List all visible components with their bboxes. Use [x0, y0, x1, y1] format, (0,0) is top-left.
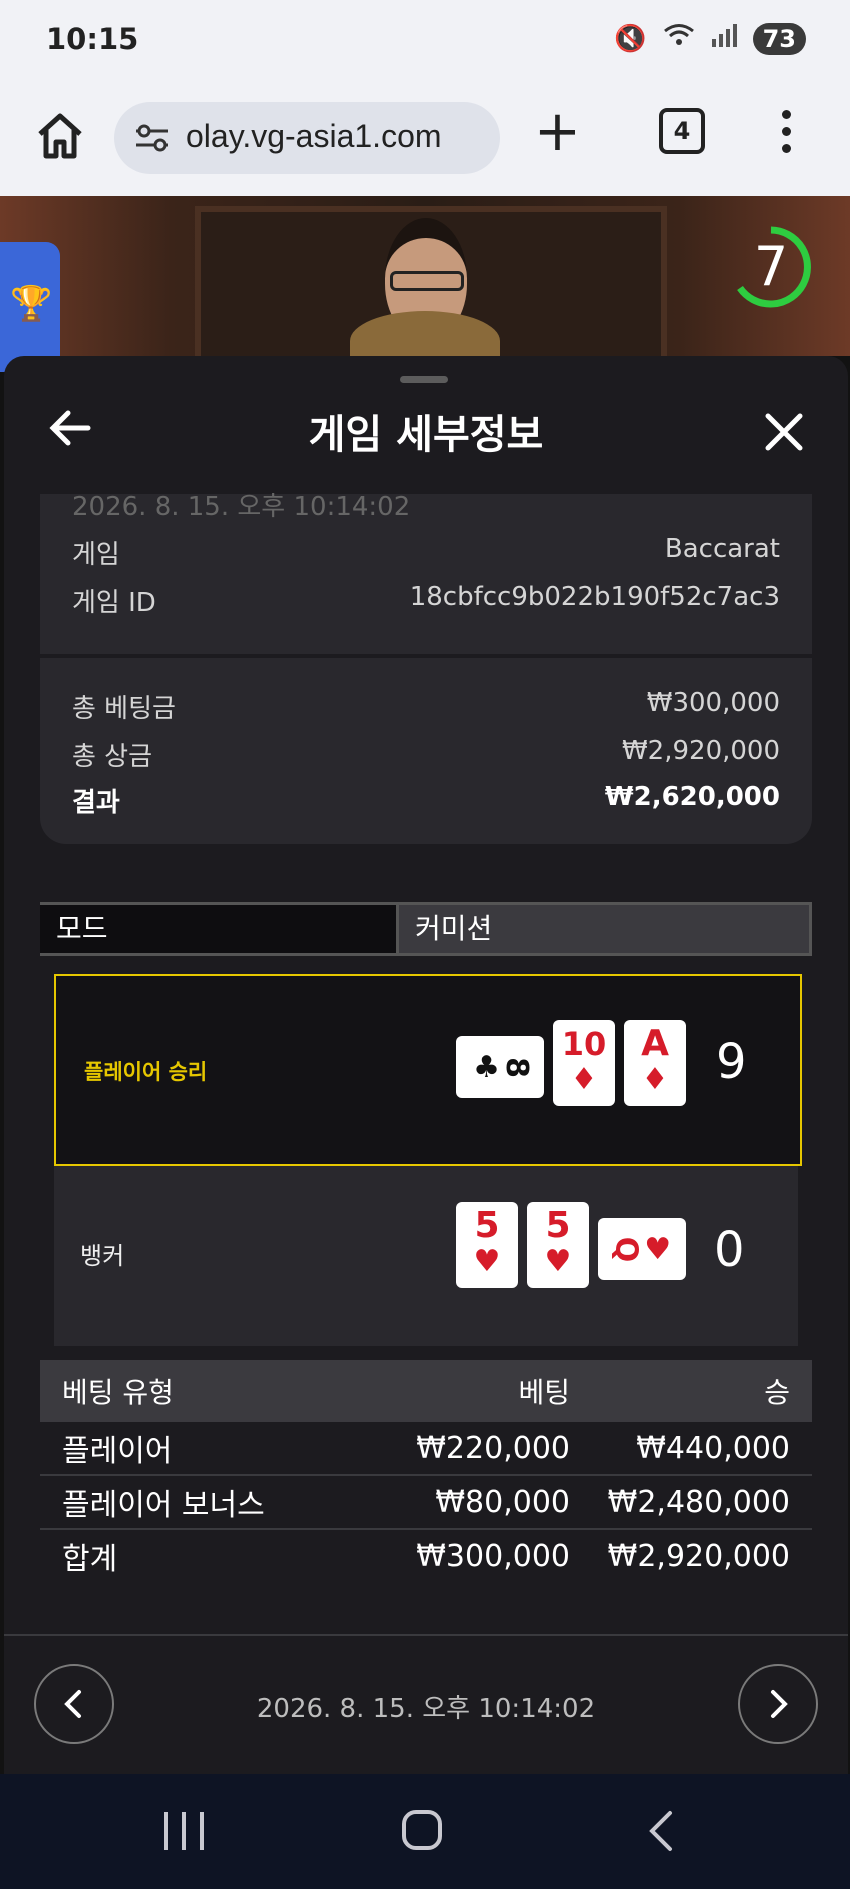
info-label: 게임 ID — [72, 588, 156, 618]
status-icons: 🔇 73 — [614, 22, 806, 55]
back-icon — [649, 1811, 672, 1851]
info-row-game: 게임 Baccarat — [72, 534, 780, 571]
cell-bet-type: 합계 — [62, 1542, 118, 1577]
col-win: 승 — [764, 1376, 790, 1409]
divider — [4, 1634, 848, 1636]
signal-icon — [711, 23, 737, 54]
clock: 10:15 — [46, 22, 139, 56]
total-bet-value: ₩300,000 — [646, 688, 780, 718]
total-prize-row: 총 상금 ₩2,920,000 — [72, 736, 780, 773]
playing-card: 5 ♥ — [456, 1202, 518, 1288]
cell-win: ₩440,000 — [636, 1430, 790, 1466]
info-label: 게임 — [72, 540, 120, 570]
banker-hand: 뱅커 5 ♥ 5 ♥ Q ♥ 0 — [54, 1166, 798, 1346]
card-suit: ♥ — [544, 1244, 572, 1279]
table-row-total: 합계 ₩300,000 ₩2,920,000 — [40, 1530, 812, 1582]
total-prize-value: ₩2,920,000 — [621, 736, 780, 766]
card-suit: ♣ — [473, 1049, 501, 1085]
game-details-sheet: 게임 세부정보 2026. 8. 15. 오후 10:14:02 게임 Bacc… — [4, 356, 848, 1774]
cell-win: ₩2,480,000 — [607, 1484, 790, 1520]
card-rank: 5 — [545, 1205, 571, 1246]
back-nav-button[interactable] — [648, 1810, 674, 1852]
mute-icon: 🔇 — [614, 23, 647, 54]
cell-bet: ₩220,000 — [416, 1430, 570, 1466]
home-nav-button[interactable] — [402, 1810, 442, 1850]
new-tab-button[interactable]: + — [534, 104, 581, 160]
bets-table: 베팅 유형 베팅 승 플레이어 ₩220,000 ₩440,000 플레이어 보… — [40, 1360, 812, 1582]
total-prize-label: 총 상금 — [72, 742, 153, 772]
mode-bar: 모드 커미션 — [40, 902, 812, 956]
page-title: 게임 세부정보 — [308, 412, 544, 458]
playing-card: Q ♥ — [598, 1218, 686, 1280]
menu-more-button[interactable] — [780, 110, 792, 158]
mode-label: 모드 — [40, 902, 396, 956]
playing-card: ♣ 8 — [456, 1036, 544, 1098]
close-button[interactable] — [764, 412, 804, 452]
battery-indicator: 73 — [752, 22, 806, 55]
card-rank: 8 — [498, 1056, 534, 1078]
info-value: 18cbfcc9b022b190f52c7ac3 — [409, 582, 780, 612]
card-rank: Q — [608, 1236, 644, 1262]
card-suit: ♥ — [644, 1231, 672, 1267]
col-bet-type: 베팅 유형 — [62, 1376, 174, 1409]
next-game-button[interactable] — [738, 1664, 818, 1744]
home-icon — [38, 113, 82, 159]
mode-value: 커미션 — [396, 902, 812, 956]
info-row-game-id: 게임 ID 18cbfcc9b022b190f52c7ac3 — [72, 582, 780, 619]
player-hand: 플레이어 승리 ♣ 8 10 ♦ A ♦ 9 — [54, 974, 802, 1166]
player-score: 9 — [716, 1034, 747, 1090]
card-rank: A — [641, 1023, 669, 1064]
result-row: 결과 ₩2,620,000 — [72, 782, 780, 819]
col-bet: 베팅 — [518, 1376, 570, 1409]
totals-card: 총 베팅금 ₩300,000 총 상금 ₩2,920,000 결과 ₩2,620… — [40, 658, 812, 844]
cell-bet-type: 플레이어 — [62, 1434, 173, 1469]
game-timestamp-bottom: 2026. 8. 15. 오후 10:14:02 — [256, 1694, 596, 1724]
table-row: 플레이어 보너스 ₩80,000 ₩2,480,000 — [40, 1476, 812, 1530]
tab-switcher-button[interactable]: 4 — [659, 108, 705, 154]
cell-bet: ₩300,000 — [416, 1538, 570, 1574]
address-bar[interactable]: olay.vg-asia1.com — [114, 102, 500, 174]
dealer-glasses — [390, 271, 464, 291]
banker-score: 0 — [714, 1222, 745, 1278]
drag-handle[interactable] — [400, 376, 448, 383]
total-bet-row: 총 베팅금 ₩300,000 — [72, 688, 780, 725]
game-timestamp: 2026. 8. 15. 오후 10:14:02 — [72, 492, 411, 522]
countdown-number: 7 — [753, 235, 789, 298]
chevron-right-icon — [771, 1690, 788, 1718]
card-suit: ♥ — [473, 1244, 501, 1279]
close-icon — [765, 413, 803, 451]
total-bet-label: 총 베팅금 — [72, 694, 176, 724]
card-rank: 5 — [474, 1205, 500, 1246]
playing-card: A ♦ — [624, 1020, 686, 1106]
url-text: olay.vg-asia1.com — [186, 118, 442, 154]
recents-button[interactable] — [164, 1812, 204, 1850]
card-suit: ♦ — [641, 1062, 669, 1097]
card-suit: ♦ — [570, 1062, 598, 1097]
home-button[interactable] — [30, 106, 90, 166]
site-settings-icon[interactable] — [134, 122, 170, 154]
cell-bet: ₩80,000 — [435, 1484, 570, 1520]
system-navigation-bar — [0, 1774, 850, 1889]
table-row: 플레이어 ₩220,000 ₩440,000 — [40, 1422, 812, 1476]
wifi-icon — [663, 22, 695, 55]
live-video — [0, 196, 850, 356]
banker-label: 뱅커 — [80, 1242, 125, 1270]
leaderboard-tab[interactable]: 🏆 — [0, 242, 60, 372]
table-header: 베팅 유형 베팅 승 — [40, 1360, 812, 1422]
countdown-timer: 7 — [730, 226, 812, 308]
browser-toolbar: olay.vg-asia1.com + 4 — [0, 80, 850, 196]
cell-bet-type: 플레이어 보너스 — [62, 1488, 265, 1523]
trophy-icon: 🏆 — [10, 284, 53, 324]
game-info-card: 2026. 8. 15. 오후 10:14:02 게임 Baccarat 게임 … — [40, 492, 812, 654]
status-bar: 10:15 🔇 73 — [0, 0, 850, 80]
info-value: Baccarat — [664, 534, 780, 564]
result-value: ₩2,620,000 — [604, 782, 780, 812]
card-rank: 10 — [561, 1025, 607, 1063]
result-label: 결과 — [72, 788, 120, 818]
cell-win: ₩2,920,000 — [607, 1538, 790, 1574]
playing-card: 5 ♥ — [527, 1202, 589, 1288]
player-win-label: 플레이어 승리 — [84, 1060, 208, 1084]
playing-card: 10 ♦ — [553, 1020, 615, 1106]
